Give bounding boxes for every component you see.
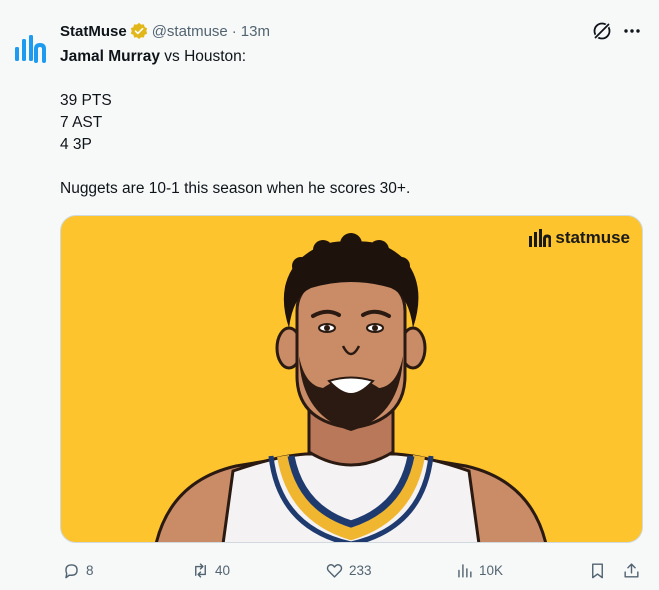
bookmark-icon: [592, 562, 603, 578]
repost-icon: [195, 562, 206, 578]
like-button[interactable]: 233: [325, 558, 372, 582]
reply-button[interactable]: 8: [62, 558, 94, 582]
tweet-text: Jamal Murray vs Houston: 39 PTS 7 AST 4 …: [60, 46, 640, 200]
statmuse-logo-icon: [15, 35, 46, 63]
stat-line: 4 3P: [60, 136, 92, 153]
timestamp[interactable]: 13m: [241, 23, 270, 40]
share-icon: [624, 562, 639, 578]
reply-count: 8: [86, 562, 94, 578]
media-image[interactable]: statmuse: [60, 215, 643, 543]
verified-badge-icon: [130, 22, 148, 40]
repost-button[interactable]: 40: [191, 558, 230, 582]
grok-icon[interactable]: [592, 21, 612, 41]
opponent-text: vs Houston:: [159, 48, 247, 65]
tweet-card[interactable]: StatMuse @statmuse · 13m Jamal Murray vs…: [0, 0, 659, 590]
stat-line: 7 AST: [60, 114, 103, 131]
player-illustration: [154, 233, 548, 542]
bookmark-button[interactable]: [588, 558, 607, 582]
more-options-icon[interactable]: [622, 21, 642, 41]
like-count: 233: [349, 562, 372, 578]
stat-line: 39 PTS: [60, 92, 112, 109]
repost-count: 40: [215, 562, 231, 578]
views-button[interactable]: 10K: [455, 558, 503, 582]
tweet-headline: Jamal Murray vs Houston:: [60, 46, 640, 68]
action-bar: 8 40 233 10K: [60, 558, 645, 582]
player-name: Jamal Murray: [60, 48, 160, 65]
separator-dot: ·: [231, 22, 237, 40]
author-handle[interactable]: @statmuse: [152, 23, 228, 40]
author-name[interactable]: StatMuse: [60, 23, 127, 40]
reply-icon: [65, 563, 78, 578]
avatar[interactable]: [10, 28, 50, 68]
view-count: 10K: [479, 562, 504, 578]
tweet-header: StatMuse @statmuse · 13m: [60, 21, 270, 41]
analytics-icon: [458, 563, 472, 578]
share-button[interactable]: [622, 558, 641, 582]
heart-icon: [326, 563, 343, 578]
summary-line: Nuggets are 10-1 this season when he sco…: [60, 180, 411, 197]
